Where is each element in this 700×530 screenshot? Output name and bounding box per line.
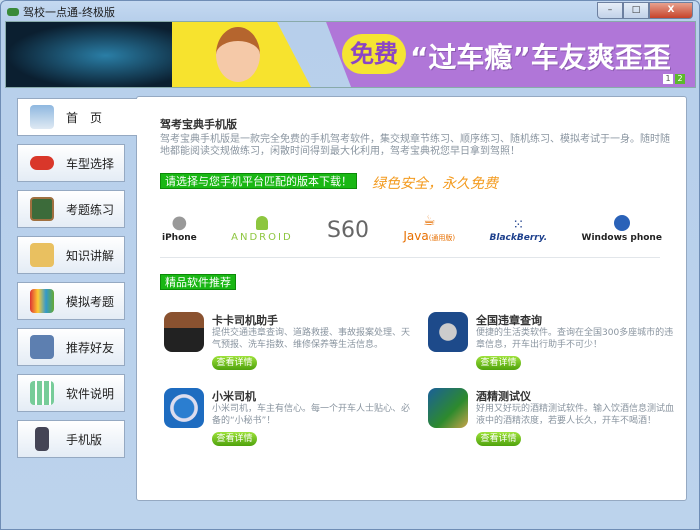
sidebar-item-recommend[interactable]: 推荐好友 xyxy=(17,328,125,366)
app-description: 便捷的生活类软件。查询在全国300多座城市的违章信息，开车出行助手不可少！ xyxy=(476,328,674,350)
view-details-button[interactable]: 查看详情 xyxy=(212,356,257,370)
sidebar-item-label: 模拟考题 xyxy=(66,294,115,309)
sidebar-item-about[interactable]: 软件说明 xyxy=(17,374,125,412)
platform-windows-phone[interactable]: Windows phone xyxy=(582,207,662,243)
android-icon xyxy=(255,216,268,230)
platform-label: Windows phone xyxy=(581,233,662,243)
sidebar-item-label: 软件说明 xyxy=(66,386,115,401)
banner-page-2[interactable]: 2 xyxy=(675,74,685,84)
car-icon xyxy=(30,156,54,170)
app-card: 小米司机 小米司机，车主有信心。每一个开车人士贴心、必备的“小秘书”！ 查看详情 xyxy=(164,388,414,448)
app-description: 提供交通违章查询、道路救援、事故报案处理、天气预报、洗车指数、维修保养等生活信息… xyxy=(212,328,411,350)
house-icon xyxy=(30,105,54,129)
sidebar-item-car-type[interactable]: 车型选择 xyxy=(17,144,125,182)
sidebar-item-mobile[interactable]: 手机版 xyxy=(17,420,125,458)
chalkboard-icon xyxy=(30,197,54,221)
grid-icon xyxy=(30,381,54,405)
platform-label: ANDROID xyxy=(231,232,293,243)
car-ad-image[interactable] xyxy=(6,22,172,87)
platform-list: ● iPhone ANDROID S60 ☕ Java(通用版) ⁙ BlackBer… xyxy=(162,207,662,243)
download-banner: 请选择与您手机平台匹配的版本下载！ xyxy=(160,173,357,189)
title-bar: 驾校一点通-终极版 xyxy=(7,4,115,20)
platform-iphone[interactable]: ● iPhone xyxy=(162,207,197,243)
content-panel: 驾考宝典手机版 驾考宝典手机版是一款完全免费的手机驾考软件，集交规章节练习、顺序… xyxy=(136,96,687,501)
page-description: 驾考宝典手机版是一款完全免费的手机驾考软件，集交规章节练习、顺序练习、随机练习、… xyxy=(160,134,670,157)
windows-icon xyxy=(613,215,630,231)
platform-java[interactable]: ☕ Java(通用版) xyxy=(403,207,455,243)
app-card: 卡卡司机助手 提供交通违章查询、道路救援、事故报案处理、天气预报、洗车指数、维修… xyxy=(164,312,414,372)
platform-label: S60 xyxy=(327,218,369,243)
sidebar-item-label: 推荐好友 xyxy=(66,340,115,355)
recommend-title: 精品软件推荐 xyxy=(160,274,236,290)
app-card: 全国违章查询 便捷的生活类软件。查询在全国300多座城市的违章信息，开车出行助手… xyxy=(428,312,678,372)
sidebar-item-practice[interactable]: 考题练习 xyxy=(17,190,125,228)
bottle-icon xyxy=(428,388,468,428)
app-car-icon xyxy=(7,8,19,16)
window-title: 驾校一点通-终极版 xyxy=(23,6,115,19)
maximize-button[interactable]: □ xyxy=(623,2,649,19)
book-icon xyxy=(30,243,54,267)
camera-icon xyxy=(428,312,468,352)
java-icon: ☕ xyxy=(422,213,436,229)
close-button[interactable]: X xyxy=(649,2,693,19)
minimize-button[interactable]: – xyxy=(597,2,623,19)
divider xyxy=(160,257,660,258)
sidebar-item-knowledge[interactable]: 知识讲解 xyxy=(17,236,125,274)
steering-wheel-icon xyxy=(164,388,204,428)
sidebar-item-home[interactable]: 首 页 xyxy=(17,98,137,136)
user-card-icon xyxy=(30,335,54,359)
pencils-icon xyxy=(30,289,54,313)
platform-s60[interactable]: S60 xyxy=(327,207,369,243)
page-title: 驾考宝典手机版 xyxy=(160,118,237,131)
speedometer-icon xyxy=(164,312,204,352)
app-description: 好用又好玩的酒精测试软件。输入饮酒信息测试血液中的酒精浓度，若要人长久，开车不喝… xyxy=(476,404,675,426)
banner-free-badge: 免费 xyxy=(342,34,406,74)
banner-girl-image xyxy=(216,27,260,82)
slogan: 绿色安全，永久免费 xyxy=(372,176,498,192)
app-name: 卡卡司机助手 xyxy=(212,314,278,327)
banner-headline: “过车瘾”车友爽歪歪 xyxy=(410,41,671,74)
app-card: 酒精测试仪 好用又好玩的酒精测试软件。输入饮酒信息测试血液中的酒精浓度，若要人长… xyxy=(428,388,678,448)
banner-page-1[interactable]: 1 xyxy=(663,74,673,84)
view-details-button[interactable]: 查看详情 xyxy=(212,432,257,446)
sidebar-item-label: 考题练习 xyxy=(66,202,115,217)
app-name: 全国违章查询 xyxy=(476,314,542,327)
platform-label: BlackBerry. xyxy=(489,233,548,243)
view-details-button[interactable]: 查看详情 xyxy=(476,432,521,446)
app-name: 小米司机 xyxy=(212,390,256,403)
blackberry-icon: ⁙ xyxy=(512,217,525,233)
banner-pager: 1 2 xyxy=(663,74,685,84)
phone-icon xyxy=(35,427,49,451)
app-description: 小米司机，车主有信心。每一个开车人士贴心、必备的“小秘书”！ xyxy=(212,404,411,426)
apple-icon: ● xyxy=(171,212,188,233)
ad-banner[interactable]: 免费 “过车瘾”车友爽歪歪 1 2 xyxy=(5,21,696,88)
platform-blackberry[interactable]: ⁙ BlackBerry. xyxy=(490,207,548,243)
sidebar-item-label: 手机版 xyxy=(66,432,103,447)
app-name: 酒精测试仪 xyxy=(476,390,531,403)
platform-label: Java xyxy=(403,229,429,243)
platform-label: iPhone xyxy=(162,233,197,243)
sidebar-item-label: 知识讲解 xyxy=(66,248,115,263)
sidebar-item-label: 车型选择 xyxy=(66,156,115,171)
platform-android[interactable]: ANDROID xyxy=(231,207,293,243)
platform-sublabel: (通用版) xyxy=(428,234,456,242)
sidebar-item-label: 首 页 xyxy=(66,110,103,125)
app-window: 驾校一点通-终极版 – □ X 免费 “过车瘾”车友爽歪歪 1 2 首 页 车型… xyxy=(0,0,700,530)
sidebar-item-mock-exam[interactable]: 模拟考题 xyxy=(17,282,125,320)
view-details-button[interactable]: 查看详情 xyxy=(476,356,521,370)
